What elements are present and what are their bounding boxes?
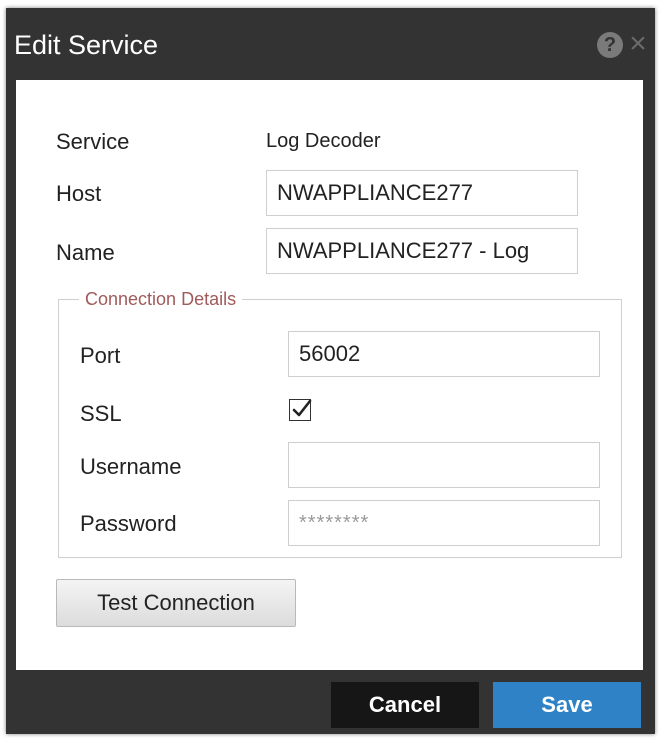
dialog-titlebar: Edit Service ? ×	[6, 8, 655, 80]
username-label: Username	[80, 454, 182, 479]
username-input[interactable]	[288, 442, 600, 488]
dialog-title: Edit Service	[14, 30, 159, 60]
service-label: Service	[56, 129, 130, 154]
password-input[interactable]: ********	[288, 500, 600, 546]
service-value: Log Decoder	[266, 130, 381, 152]
port-input[interactable]: 56002	[288, 331, 600, 377]
connection-details-legend: Connection Details	[85, 289, 237, 309]
ssl-label: SSL	[80, 401, 122, 426]
cancel-button[interactable]: Cancel	[331, 682, 479, 728]
ssl-checkbox[interactable]	[289, 399, 312, 421]
checkmark-icon	[292, 399, 312, 417]
password-label: Password	[80, 511, 177, 536]
test-connection-button[interactable]: Test Connection	[56, 579, 296, 627]
host-label: Host	[56, 181, 102, 206]
name-label: Name	[56, 240, 115, 265]
name-input[interactable]: NWAPPLIANCE277 - Log	[266, 228, 578, 274]
close-icon[interactable]: ×	[623, 28, 653, 60]
port-label: Port	[80, 343, 121, 368]
save-button[interactable]: Save	[493, 682, 641, 728]
question-circle-icon[interactable]: ?	[597, 32, 623, 58]
host-input[interactable]: NWAPPLIANCE277	[266, 170, 578, 216]
